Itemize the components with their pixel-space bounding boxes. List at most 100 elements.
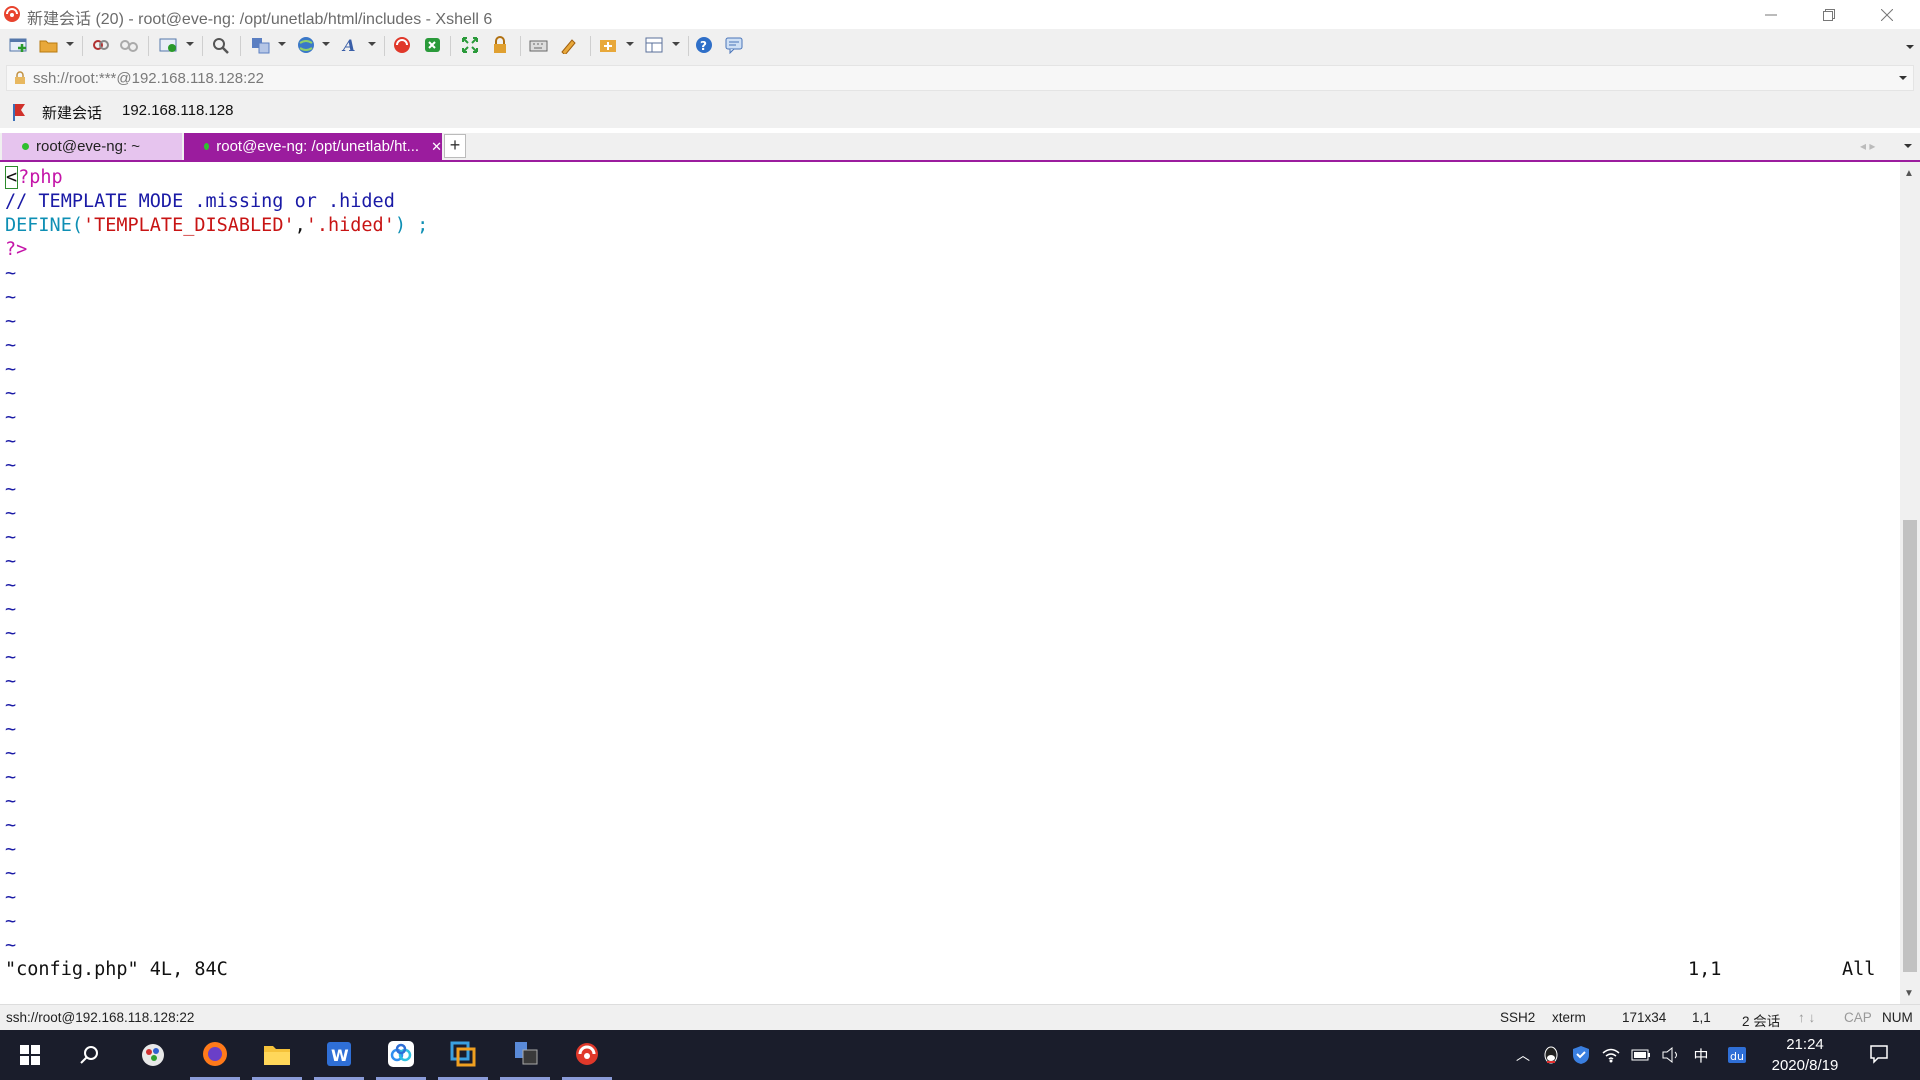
globe-icon[interactable] — [296, 34, 318, 56]
connected-status-icon — [22, 143, 29, 150]
fullscreen-icon[interactable] — [460, 34, 482, 56]
vim-empty-line-tilde: ~ — [5, 647, 17, 668]
svg-text:?: ? — [700, 39, 707, 53]
security-shield-icon[interactable] — [1570, 1044, 1592, 1066]
add-tab-button[interactable]: + — [444, 134, 466, 158]
session-bar: 新建会话 192.168.118.128 — [0, 95, 1920, 128]
xshell-taskbar-icon[interactable] — [562, 1030, 612, 1080]
xftp-icon[interactable] — [422, 34, 444, 56]
php-open-tag: ?php — [18, 167, 63, 188]
open-dropdown-icon[interactable] — [66, 42, 74, 46]
tab-close-icon[interactable]: ✕ — [431, 139, 442, 155]
help-icon[interactable]: ? — [694, 34, 716, 56]
vmware-icon[interactable] — [438, 1030, 488, 1080]
paint-app-icon[interactable] — [128, 1030, 178, 1080]
scroll-down-icon[interactable]: ▼ — [1904, 988, 1914, 999]
windows-start-icon[interactable] — [5, 1030, 55, 1080]
code-string-1: 'TEMPLATE_DISABLED' — [82, 215, 295, 236]
tab-includes[interactable]: root@eve-ng: /opt/unetlab/ht... ✕ — [184, 133, 442, 160]
tab-list-dropdown-icon[interactable] — [1904, 144, 1912, 148]
vim-status-file: "config.php" 4L, 84C — [5, 959, 228, 980]
layout-dropdown-icon[interactable] — [672, 42, 680, 46]
session-name-link[interactable]: 新建会话 — [42, 102, 102, 123]
vim-empty-line-tilde: ~ — [5, 623, 17, 644]
open-folder-icon[interactable] — [38, 34, 60, 56]
address-dropdown-icon[interactable] — [1899, 76, 1907, 80]
status-num: NUM — [1882, 1010, 1913, 1025]
battery-icon[interactable] — [1630, 1044, 1652, 1066]
window-title: 新建会话 (20) - root@eve-ng: /opt/unetlab/ht… — [27, 11, 493, 28]
search-icon[interactable] — [65, 1030, 115, 1080]
toolbar-separator — [148, 36, 149, 56]
tab-home[interactable]: root@eve-ng: ~ — [2, 133, 182, 160]
vim-empty-line-tilde: ~ — [5, 575, 17, 596]
vim-empty-line-tilde: ~ — [5, 527, 17, 548]
compose-dropdown-icon[interactable] — [626, 42, 634, 46]
notification-icon[interactable] — [1868, 1043, 1890, 1065]
close-button[interactable] — [1858, 0, 1916, 29]
baidu-netdisk-icon[interactable] — [376, 1030, 426, 1080]
xshell-logo-icon — [3, 5, 21, 23]
vim-empty-line-tilde: ~ — [5, 431, 17, 452]
new-tab-icon[interactable] — [158, 34, 180, 56]
toolbar-separator — [384, 36, 385, 56]
toolbar-separator — [240, 36, 241, 56]
vim-empty-line-tilde: ~ — [5, 671, 17, 692]
tray-expand-icon[interactable]: ︿ — [1512, 1044, 1534, 1066]
transfer-dropdown-icon[interactable] — [278, 42, 286, 46]
layout-icon[interactable] — [644, 34, 666, 56]
code-line-3: DEFINE('TEMPLATE_DISABLED','.hided') ; — [5, 214, 428, 238]
find-icon[interactable] — [210, 34, 232, 56]
toolbar-overflow-icon[interactable] — [1906, 45, 1914, 49]
script-icon[interactable] — [558, 34, 580, 56]
font-dropdown-icon[interactable] — [368, 42, 376, 46]
lock-icon[interactable] — [490, 34, 512, 56]
restore-button[interactable] — [1800, 0, 1858, 29]
volume-icon[interactable] — [1660, 1044, 1682, 1066]
terminal-area[interactable]: <?php // TEMPLATE MODE .missing or .hide… — [0, 162, 1900, 1004]
minimize-button[interactable] — [1742, 0, 1800, 29]
tab-scroll-icons[interactable]: ◂ ▸ — [1860, 139, 1875, 153]
status-cap: CAP — [1844, 1010, 1872, 1025]
close-icon — [1881, 8, 1893, 21]
font-icon[interactable]: A — [340, 34, 362, 56]
ime-indicator[interactable]: 中 — [1690, 1044, 1712, 1066]
vim-empty-line-tilde: ~ — [5, 335, 17, 356]
vim-empty-line-tilde: ~ — [5, 695, 17, 716]
lock-small-icon — [14, 71, 26, 90]
compose-icon[interactable] — [598, 34, 620, 56]
bookmark-icon — [11, 103, 29, 126]
vim-empty-line-tilde: ~ — [5, 935, 17, 956]
vim-empty-line-tilde: ~ — [5, 503, 17, 524]
scroll-up-icon[interactable]: ▲ — [1904, 168, 1914, 179]
vim-empty-line-tilde: ~ — [5, 287, 17, 308]
address-field[interactable]: ssh://root:***@192.168.118.128:22 — [6, 65, 1914, 91]
status-connection: ssh://root@192.168.118.128:22 — [6, 1010, 195, 1025]
code-comma: , — [294, 215, 306, 236]
minimize-icon — [1765, 14, 1777, 15]
disconnect-icon[interactable] — [118, 34, 140, 56]
xshell-icon[interactable] — [392, 34, 414, 56]
connect-icon[interactable] — [90, 34, 112, 56]
globe-dropdown-icon[interactable] — [322, 42, 330, 46]
status-cursor: 1,1 — [1692, 1010, 1711, 1025]
new-session-icon[interactable] — [8, 34, 30, 56]
firefox-icon[interactable] — [190, 1030, 240, 1080]
taskbar-clock[interactable]: 21:24 2020/8/19 — [1740, 1034, 1870, 1076]
chat-icon[interactable] — [724, 34, 746, 56]
session-host-link[interactable]: 192.168.118.128 — [122, 102, 234, 119]
vim-empty-line-tilde: ~ — [5, 359, 17, 380]
keyboard-icon[interactable] — [528, 34, 550, 56]
clock-date: 2020/8/19 — [1771, 1057, 1839, 1074]
network-app-icon[interactable] — [500, 1030, 550, 1080]
file-explorer-icon[interactable] — [252, 1030, 302, 1080]
scrollbar-thumb[interactable] — [1903, 520, 1917, 972]
wifi-icon[interactable] — [1600, 1044, 1622, 1066]
vim-empty-line-tilde: ~ — [5, 767, 17, 788]
code-function: DEFINE( — [5, 215, 83, 236]
transfer-icon[interactable] — [250, 34, 272, 56]
qq-tray-icon[interactable] — [1540, 1044, 1562, 1066]
wps-writer-icon[interactable]: W — [314, 1030, 364, 1080]
toolbar: A ? — [0, 29, 1920, 62]
new-tab-dropdown-icon[interactable] — [186, 42, 194, 46]
